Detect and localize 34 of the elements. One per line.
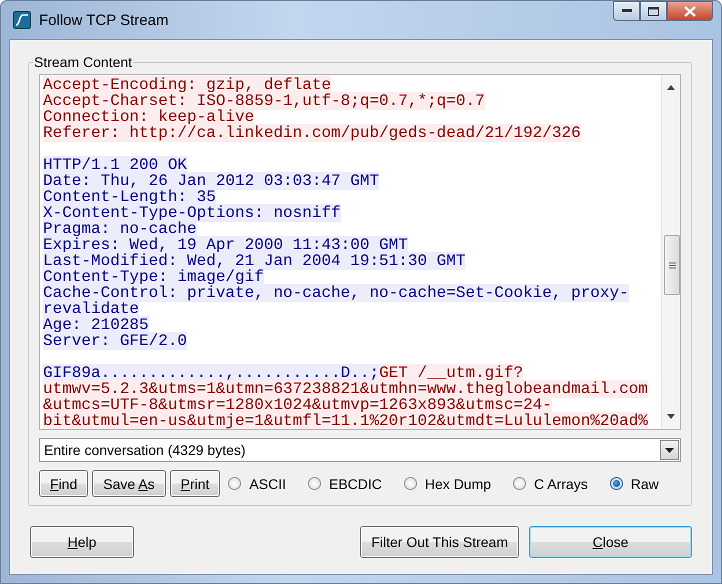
stream-text: Date: Thu, 26 Jan 2012 03:03:47 GMT bbox=[43, 172, 380, 190]
close-button[interactable] bbox=[667, 1, 713, 21]
minimize-icon bbox=[622, 9, 632, 13]
action-button[interactable]: Find bbox=[39, 470, 88, 497]
app-icon bbox=[13, 11, 31, 29]
stream-text: Accept-Charset: ISO-8859-1,utf-8;q=0.7,*;q=0.7 bbox=[43, 92, 485, 110]
action-button[interactable]: Save As bbox=[92, 470, 166, 497]
format-radio[interactable]: Hex Dump bbox=[404, 476, 492, 492]
window-title: Follow TCP Stream bbox=[39, 12, 168, 28]
stream-text: Server: GFE/2.0 bbox=[43, 332, 188, 350]
group-label: Stream Content bbox=[33, 54, 134, 70]
maximize-icon bbox=[648, 6, 659, 16]
format-radio[interactable]: EBCDIC bbox=[308, 476, 382, 492]
stream-text: Last-Modified: Wed, 21 Jan 2004 19:51:30 GMT bbox=[43, 252, 466, 270]
format-radio[interactable]: Raw bbox=[610, 476, 659, 492]
conversation-dropdown[interactable]: Entire conversation (4329 bytes) bbox=[39, 438, 681, 462]
filter-button[interactable]: Filter Out This Stream bbox=[360, 526, 519, 558]
dropdown-icon bbox=[665, 448, 674, 452]
stream-text: bit&utmul=en-us&utmje=1&utmfl=11.1%20r102&utmdt=Lululemon%20ad% bbox=[43, 412, 648, 429]
action-button[interactable]: Print bbox=[170, 470, 220, 497]
close-icon bbox=[684, 6, 696, 16]
format-radio[interactable]: ASCII bbox=[228, 476, 286, 492]
scroll-thumb[interactable] bbox=[664, 235, 680, 295]
stream-text: utmwv=5.2.3&utms=1&utmn=637238821&utmhn=www.theglobeandmail.com bbox=[43, 380, 648, 398]
format-radio[interactable]: C Arrays bbox=[513, 476, 588, 492]
stream-text: Referer: http://ca.linkedin.com/pub/geds-dead/21/192/326 bbox=[43, 124, 581, 142]
maximize-button[interactable] bbox=[640, 1, 667, 21]
stream-text: Cache-Control: private, no-cache, no-cache=Set-Cookie, proxy- bbox=[43, 284, 629, 302]
scroll-up-icon[interactable] bbox=[667, 85, 675, 90]
stream-text: X-Content-Type-Options: nosniff bbox=[43, 204, 341, 222]
scroll-down-icon[interactable] bbox=[667, 414, 675, 419]
help-button[interactable]: Help bbox=[30, 526, 134, 558]
minimize-button[interactable] bbox=[613, 1, 640, 21]
close-dialog-button[interactable]: Close bbox=[529, 526, 692, 558]
